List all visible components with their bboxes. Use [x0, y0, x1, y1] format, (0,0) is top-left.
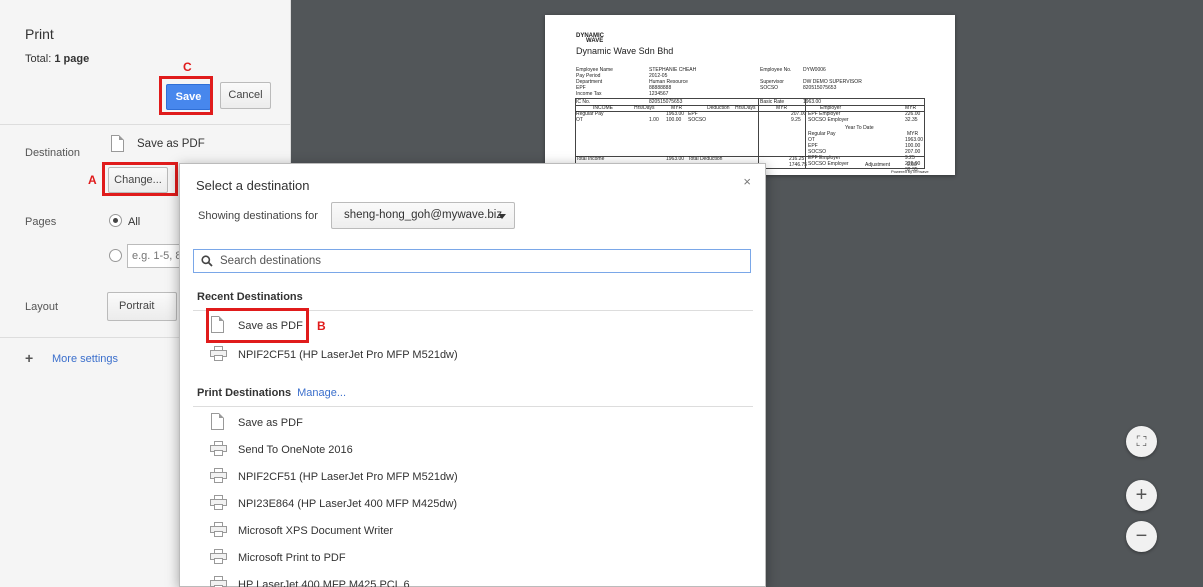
destination-value: Save as PDF	[137, 138, 205, 150]
row-employer: EPF Employer SOCSO Employer	[808, 111, 849, 123]
manage-link[interactable]: Manage...	[297, 387, 346, 399]
zoom-out-button[interactable]: −	[1126, 521, 1157, 552]
total-deduction-label: Total Deduction	[688, 156, 723, 162]
showing-label: Showing destinations for	[198, 210, 318, 222]
printer-icon	[210, 522, 227, 537]
employee-values-right: DYW0006 DW DEMO SUPERVISOR 820515075653	[803, 67, 862, 91]
dialog-title: Select a destination	[196, 178, 310, 193]
destination-label: Microsoft Print to PDF	[238, 552, 346, 564]
annotation-label-c: C	[183, 60, 192, 74]
pdf-file-icon	[111, 135, 124, 152]
search-icon	[201, 255, 213, 267]
recent-destinations-heading: Recent Destinations	[197, 291, 303, 303]
row-deduction: EPF SOCSO	[688, 111, 707, 123]
search-input[interactable]	[220, 253, 740, 269]
printer-icon	[210, 549, 227, 564]
chevron-down-icon	[498, 214, 506, 219]
destination-label: Send To OneNote 2016	[238, 444, 353, 456]
select-destination-dialog: Select a destination × Showing destinati…	[179, 163, 766, 587]
cancel-button[interactable]: Cancel	[220, 82, 271, 109]
table-line	[575, 111, 925, 112]
more-settings-link[interactable]: More settings	[52, 353, 118, 365]
annotation-box-a	[102, 162, 178, 196]
row-hrs: 1.00	[649, 117, 659, 123]
table-mid-line	[805, 98, 806, 169]
company-name: Dynamic Wave Sdn Bhd	[576, 46, 674, 56]
destination-label: Destination	[25, 147, 81, 159]
destination-label: HP LaserJet 400 MFP M425 PCL 6	[238, 579, 410, 587]
plus-icon: +	[25, 350, 34, 366]
printer-icon	[210, 576, 227, 587]
logo-bottom: WAVE	[586, 38, 604, 44]
printer-icon	[210, 346, 227, 361]
payslip-preview: DYNAMIC WAVE Dynamic Wave Sdn Bhd Employ…	[545, 15, 955, 175]
row-regular: Regular Pay OT	[576, 111, 604, 123]
ytd-title: Year To Date	[845, 125, 874, 131]
printer-icon	[210, 468, 227, 483]
layout-select[interactable]: Portrait	[107, 292, 177, 321]
divider	[0, 124, 291, 125]
layout-label: Layout	[25, 301, 59, 313]
search-box[interactable]	[193, 249, 751, 273]
printer-icon	[210, 441, 227, 456]
table-mid-line	[758, 98, 759, 169]
destination-label: NPI23E864 (HP LaserJet 400 MFP M425dw)	[238, 498, 458, 510]
account-value: sheng-hong_goh@mywave.biz	[344, 209, 503, 221]
row-ded-myr: 207.00 9.25	[791, 111, 807, 123]
row-myr: 1963.00 100.00	[666, 111, 685, 123]
employee-labels: Employee Name Pay Period Department EPF Inco…	[576, 67, 613, 97]
total-income: 1963.00	[666, 156, 685, 162]
annotation-label-a: A	[88, 173, 97, 187]
destination-label: Save as PDF	[238, 417, 303, 429]
powered-by: Powered by MYwave	[891, 169, 929, 174]
total-label: Total:	[25, 53, 52, 65]
divider	[193, 406, 753, 407]
pages-label: Pages	[25, 216, 57, 228]
zoom-in-button[interactable]: +	[1126, 480, 1157, 511]
row-employer-myr: 226.00 32.35	[905, 111, 921, 123]
annotation-box-c	[159, 76, 213, 115]
pages-custom-radio[interactable]	[109, 249, 122, 262]
account-select[interactable]: sheng-hong_goh@mywave.biz	[331, 202, 515, 229]
table-top-line	[575, 98, 925, 99]
total-income-label: Total Income	[576, 156, 605, 162]
pages-all-label: All	[128, 216, 141, 228]
close-icon[interactable]: ×	[743, 174, 751, 189]
table-left-line	[575, 98, 576, 169]
table-right-line	[924, 98, 925, 169]
total-value: 1 page	[54, 53, 90, 65]
employee-values: STEPHANIE CHEAH 2012-05 Human Resource 8888…	[649, 67, 697, 97]
table-line	[575, 156, 925, 157]
destination-label: NPIF2CF51 (HP LaserJet Pro MFP M521dw)	[238, 349, 458, 361]
fit-to-page-icon[interactable]: ⛶	[1126, 426, 1157, 457]
employee-labels-right: Employee No. Supervisor SOCSO	[760, 67, 792, 91]
pdf-file-icon	[211, 413, 224, 430]
ytd-labels: Regular Pay OT EPF SOCSO EPF Employer SOCSO E…	[808, 131, 849, 167]
print-title: Print	[25, 26, 54, 42]
printer-icon	[210, 495, 227, 510]
print-destinations-heading: Print Destinations Manage...	[197, 387, 347, 399]
annotation-box-b	[206, 308, 309, 343]
pages-range-input[interactable]	[127, 244, 187, 268]
annotation-label-b: B	[317, 319, 326, 333]
destination-label: NPIF2CF51 (HP LaserJet Pro MFP M521dw)	[238, 471, 458, 483]
pages-all-radio[interactable]	[109, 214, 122, 227]
destination-label: Microsoft XPS Document Writer	[238, 525, 394, 537]
total-pages: Total: 1 page	[25, 53, 89, 65]
